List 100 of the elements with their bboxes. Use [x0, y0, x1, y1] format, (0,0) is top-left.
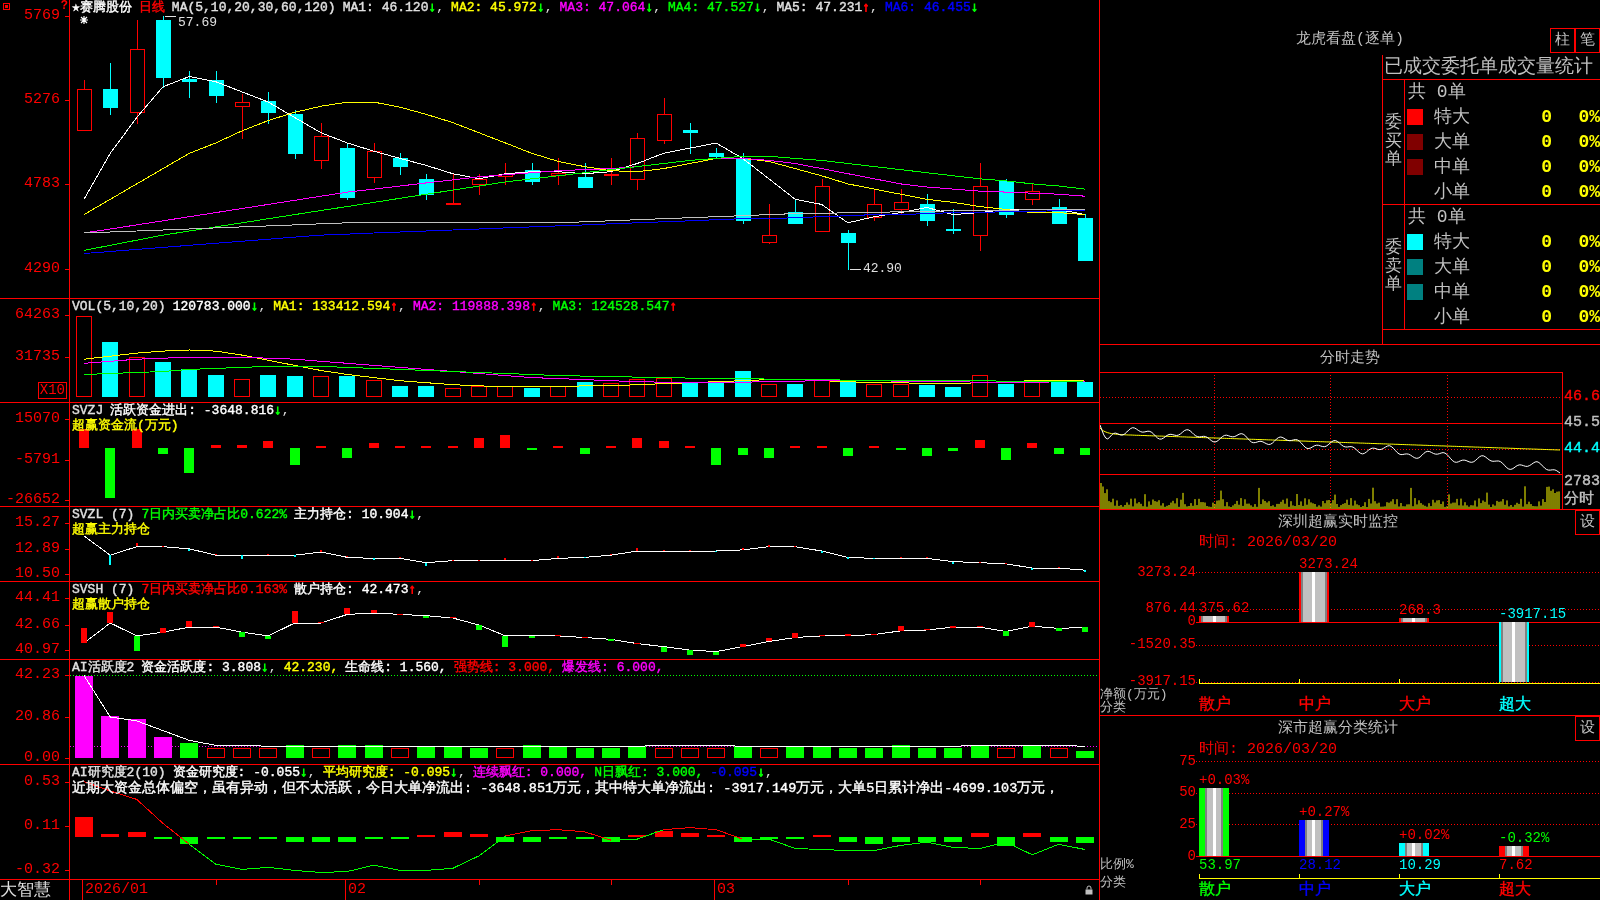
axis-tick-label: 40.97 — [15, 642, 60, 659]
data-label: 10.29 — [1399, 858, 1441, 872]
bar — [1199, 787, 1229, 856]
trend-arrow: ↑, — [408, 582, 425, 597]
trend-arrow: ↑, — [390, 299, 406, 314]
volume-bar — [418, 386, 434, 397]
order-count: 0 — [1540, 181, 1552, 202]
legend-text: 活跃资金进出: -3648.816 — [110, 403, 275, 418]
volume-bar — [629, 379, 645, 397]
change-bar — [766, 638, 772, 641]
view-toggle-button[interactable]: 柱 — [1550, 28, 1575, 53]
activity-bar — [918, 748, 936, 758]
activity-bar — [839, 748, 857, 758]
axis-tick-label: -26652 — [6, 492, 60, 508]
activity-bar — [760, 748, 778, 758]
legend-text: MA2: 45.972 — [451, 0, 537, 15]
order-count: 0 — [1540, 131, 1552, 152]
activity-bar — [207, 748, 225, 758]
volume-bar — [708, 383, 724, 397]
axis-tick-label: 0.53 — [24, 773, 60, 790]
fund-flow-bar — [1001, 448, 1011, 460]
legend-text: MA6: 46.455 — [884, 0, 971, 15]
date-label: 03 — [717, 881, 735, 899]
settings-button[interactable]: 设 — [1575, 510, 1600, 535]
candlestick — [498, 162, 513, 186]
unit-label: X10 — [37, 382, 67, 399]
trend-arrow: ↓, — [536, 0, 553, 15]
order-share: 0% — [1577, 131, 1600, 152]
activity-bar — [1023, 746, 1041, 758]
activity-bar — [233, 748, 251, 758]
activity-bar — [681, 748, 699, 758]
change-bar — [687, 650, 693, 655]
activity-bar — [180, 743, 198, 758]
change-label: -0.32% — [1499, 831, 1550, 846]
legend-text: 资金活跃度: 3.808 — [141, 660, 261, 675]
fund-flow-bar — [659, 441, 669, 448]
research-bar — [338, 837, 356, 842]
change-bar — [792, 633, 798, 638]
axis-tick-label: -3917.15 — [1128, 675, 1196, 688]
fund-flow-bar — [211, 445, 221, 448]
trend-arrow: ↓, — [753, 0, 770, 15]
axis-tick-label: 3273.24 — [1136, 565, 1196, 579]
help-mark[interactable]: ? — [60, 0, 68, 12]
fund-flow-bar — [79, 429, 89, 448]
fund-flow-bar — [290, 448, 300, 465]
candlestick — [261, 91, 276, 125]
trend-arrow: ↓, — [250, 299, 267, 314]
square-icon — [3, 3, 10, 10]
change-tick — [109, 555, 111, 565]
trend-arrow: ↓, — [450, 765, 466, 780]
leader-line — [165, 16, 176, 17]
category-label: 中户 — [1299, 882, 1331, 898]
activity-bar — [523, 745, 541, 758]
candlestick — [472, 173, 487, 196]
activity-bar — [365, 745, 383, 758]
legend-text: 120783.000 — [172, 299, 251, 314]
order-size-label: 大单 — [1433, 131, 1471, 152]
research-bar — [180, 837, 198, 844]
axis-tick-label: 0 — [1186, 615, 1196, 629]
candlestick — [578, 162, 593, 188]
side-label: 委买单 — [1385, 113, 1402, 171]
view-toggle-button[interactable]: 笔 — [1575, 28, 1600, 53]
activity-bar — [496, 748, 514, 758]
order-count: 0 — [1540, 106, 1552, 127]
change-tick — [1084, 570, 1086, 572]
change-bar — [344, 608, 350, 614]
research-bar — [444, 832, 462, 837]
candlestick — [657, 97, 672, 145]
change-tick — [267, 554, 269, 555]
axis-tick-label: 20.86 — [15, 709, 60, 726]
change-tick — [504, 558, 506, 560]
axis-tick-label: 15.27 — [15, 515, 60, 532]
candlestick — [867, 188, 882, 222]
settings-button[interactable]: 设 — [1575, 716, 1600, 741]
category-label: 散户 — [1199, 882, 1231, 898]
volume-bar — [208, 375, 224, 397]
fund-flow-bar — [922, 448, 932, 456]
order-share: 0% — [1577, 256, 1600, 277]
bar — [1499, 846, 1529, 856]
change-tick — [346, 556, 348, 557]
change-bar — [740, 644, 746, 647]
volume-bar — [787, 384, 803, 397]
order-count: 0 — [1540, 156, 1552, 177]
volume-bar — [471, 386, 487, 397]
volume-bar — [392, 386, 408, 397]
change-bar — [1056, 628, 1062, 631]
activity-bar — [312, 748, 330, 758]
legend-text: N日飘红: 3.000, — [594, 765, 704, 780]
volume-bar — [1077, 382, 1093, 397]
activity-bar — [259, 748, 277, 758]
axis-tick-label: 0.00 — [24, 750, 60, 766]
research-bar — [892, 837, 910, 842]
change-tick — [821, 551, 823, 553]
legend-text: 散户持仓: 42.473 — [294, 582, 409, 597]
fund-flow-bar — [1054, 448, 1064, 454]
category-label: 大户 — [1399, 697, 1431, 713]
panel-title: 龙虎看盘(逐单) — [1296, 31, 1404, 49]
change-bar — [502, 636, 508, 647]
change-tick — [399, 557, 401, 558]
change-tick — [478, 560, 480, 561]
